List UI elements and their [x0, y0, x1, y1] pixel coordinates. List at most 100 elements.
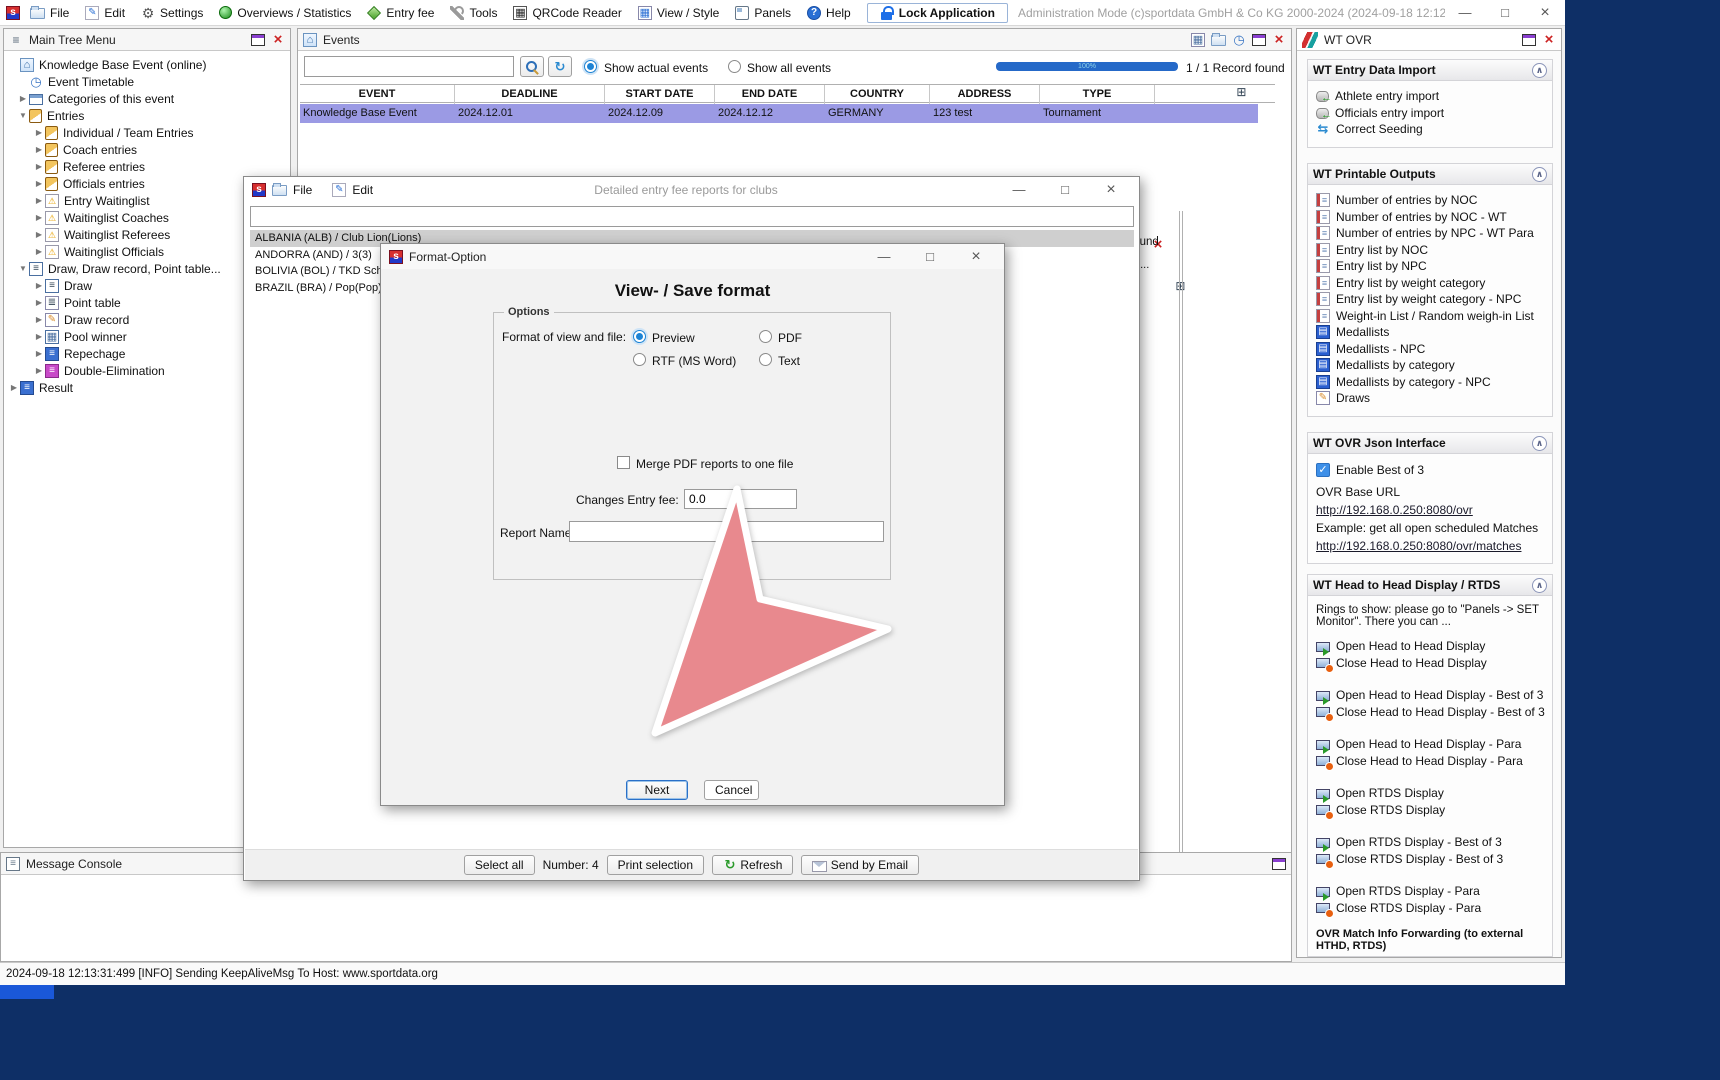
tree-expand-arrow[interactable]: ▶ — [33, 247, 45, 256]
tree-expand-arrow[interactable]: ▶ — [33, 145, 45, 154]
dialog-maximize-button[interactable]: □ — [1045, 182, 1085, 197]
show-actual-events-radio[interactable] — [584, 60, 597, 73]
display-control-item[interactable]: Open RTDS Display — [1308, 785, 1552, 802]
tree-item[interactable]: ▼ Entries — [4, 107, 290, 124]
format-dialog-titlebar[interactable]: Format-Option — □ × — [381, 244, 1004, 269]
refresh-button[interactable]: Refresh — [712, 855, 793, 876]
ovr-forwarding-input[interactable] — [1316, 956, 1542, 957]
menu-item[interactable]: View / Style — [638, 6, 719, 20]
display-control-item[interactable]: Close RTDS Display - Para — [1308, 900, 1552, 917]
display-control-item[interactable]: Close RTDS Display — [1308, 802, 1552, 819]
panel-close-icon[interactable] — [1272, 33, 1286, 47]
column-header[interactable]: TYPE — [1040, 85, 1155, 104]
pdf-radio[interactable] — [759, 330, 772, 343]
tree-expand-arrow[interactable]: ▼ — [17, 264, 29, 273]
display-control-item[interactable]: Open RTDS Display - Para — [1308, 883, 1552, 900]
select-all-button[interactable]: Select all — [464, 855, 535, 875]
folder-icon[interactable] — [1211, 35, 1226, 46]
print-selection-button[interactable]: Print selection — [607, 855, 704, 875]
panel-maximize-icon[interactable] — [1522, 34, 1536, 46]
events-row[interactable]: Knowledge Base Event2024.12.012024.12.09… — [300, 104, 1258, 123]
fee-dialog-file-menu[interactable]: File — [293, 183, 312, 197]
tree-expand-arrow[interactable]: ▶ — [17, 94, 29, 103]
dialog-minimize-button[interactable]: — — [999, 182, 1039, 197]
column-header[interactable]: COUNTRY — [825, 85, 930, 104]
tree-item[interactable]: Event Timetable — [4, 73, 290, 90]
menu-item[interactable]: Edit — [85, 6, 125, 20]
printable-output-item[interactable]: Medallists by category — [1308, 357, 1552, 374]
cancel-button[interactable]: Cancel — [704, 780, 759, 800]
collapse-chevron-icon[interactable] — [1532, 63, 1547, 78]
printable-output-item[interactable]: Entry list by weight category — [1308, 275, 1552, 292]
tree-expand-arrow[interactable]: ▶ — [33, 128, 45, 137]
clock-icon[interactable] — [1232, 33, 1246, 47]
display-control-item[interactable]: Open RTDS Display - Best of 3 — [1308, 834, 1552, 851]
tree-expand-arrow[interactable]: ▶ — [33, 213, 45, 222]
dialog-close-button[interactable]: × — [956, 248, 996, 266]
panel-maximize-icon[interactable] — [1252, 34, 1266, 46]
menu-item[interactable]: File — [30, 6, 69, 20]
printable-output-item[interactable]: Number of entries by NOC — [1308, 192, 1552, 209]
tree-expand-arrow[interactable]: ▶ — [33, 179, 45, 188]
console-content[interactable] — [1, 875, 1291, 961]
menu-item[interactable]: Entry fee — [367, 6, 434, 20]
enable-best-of-3-checkbox[interactable] — [1316, 463, 1330, 477]
dialog-minimize-button[interactable]: — — [864, 249, 904, 264]
printable-output-item[interactable]: Weight-in List / Random weigh-in List — [1308, 308, 1552, 325]
tree-expand-arrow[interactable]: ▶ — [33, 366, 45, 375]
fee-dialog-search-input[interactable] — [250, 206, 1134, 227]
column-picker-icon[interactable] — [1234, 86, 1248, 100]
collapse-chevron-icon[interactable] — [1532, 578, 1547, 593]
tree-expand-arrow[interactable]: ▶ — [33, 298, 45, 307]
text-radio[interactable] — [759, 353, 772, 366]
printable-output-item[interactable]: Entry list by NPC — [1308, 258, 1552, 275]
ovr-action-item[interactable]: Officials entry import — [1308, 105, 1552, 122]
collapse-chevron-icon[interactable] — [1532, 436, 1547, 451]
collapse-chevron-icon[interactable] — [1532, 167, 1547, 182]
tree-expand-arrow[interactable]: ▶ — [8, 383, 20, 392]
ovr-action-item[interactable]: Correct Seeding — [1308, 121, 1552, 138]
tree-expand-arrow[interactable]: ▶ — [33, 230, 45, 239]
ovr-matches-link[interactable]: http://192.168.0.250:8080/ovr/matches — [1316, 539, 1544, 553]
merge-pdf-checkbox[interactable] — [617, 456, 630, 469]
menu-item[interactable]: Settings — [141, 6, 203, 20]
search-button[interactable] — [520, 56, 544, 77]
fee-dialog-edit-menu[interactable]: Edit — [352, 183, 373, 197]
panel-close-icon[interactable] — [1542, 33, 1556, 47]
menu-item[interactable]: Help — [807, 6, 851, 20]
preview-radio[interactable] — [633, 330, 646, 343]
rtf-radio[interactable] — [633, 353, 646, 366]
panel-maximize-icon[interactable] — [1272, 858, 1286, 870]
ovr-action-item[interactable]: Athlete entry import — [1308, 88, 1552, 105]
column-header[interactable]: DEADLINE — [455, 85, 605, 104]
filter-refresh-button[interactable] — [548, 56, 572, 77]
tree-item[interactable]: ▶ Coach entries — [4, 141, 290, 158]
printable-output-item[interactable]: Medallists - NPC — [1308, 341, 1552, 358]
printable-output-item[interactable]: Medallists by category - NPC — [1308, 374, 1552, 391]
menu-item[interactable]: Overviews / Statistics — [219, 6, 351, 20]
fee-dialog-titlebar[interactable]: File Edit Detailed entry fee reports for… — [244, 177, 1139, 202]
column-header[interactable]: EVENT — [300, 85, 455, 104]
window-close-button[interactable]: × — [1525, 4, 1565, 22]
tree-item[interactable]: Knowledge Base Event (online) — [4, 56, 290, 73]
display-control-item[interactable]: Open Head to Head Display — [1308, 638, 1552, 655]
tree-expand-arrow[interactable]: ▶ — [33, 332, 45, 341]
tree-expand-arrow[interactable]: ▶ — [33, 349, 45, 358]
report-name-input[interactable] — [569, 521, 884, 542]
menu-item[interactable]: Panels — [735, 6, 791, 20]
display-control-item[interactable]: Open Head to Head Display - Best of 3 — [1308, 687, 1552, 704]
column-header[interactable]: START DATE — [605, 85, 715, 104]
printable-output-item[interactable]: Number of entries by NOC - WT — [1308, 209, 1552, 226]
printable-output-item[interactable]: Draws — [1308, 390, 1552, 407]
printable-output-item[interactable]: Medallists — [1308, 324, 1552, 341]
menu-item[interactable]: QRCode Reader — [513, 6, 621, 20]
window-minimize-button[interactable]: — — [1445, 5, 1485, 20]
tree-expand-arrow[interactable]: ▶ — [33, 281, 45, 290]
panel-splitter[interactable] — [1179, 211, 1183, 901]
panel-close-icon[interactable] — [271, 33, 285, 47]
printable-output-item[interactable]: Number of entries by NPC - WT Para — [1308, 225, 1552, 242]
changes-entry-fee-input[interactable] — [684, 489, 797, 509]
display-control-item[interactable]: Open Head to Head Display - Para — [1308, 736, 1552, 753]
lock-application-button[interactable]: Lock Application — [867, 3, 1008, 23]
dialog-maximize-button[interactable]: □ — [910, 249, 950, 264]
